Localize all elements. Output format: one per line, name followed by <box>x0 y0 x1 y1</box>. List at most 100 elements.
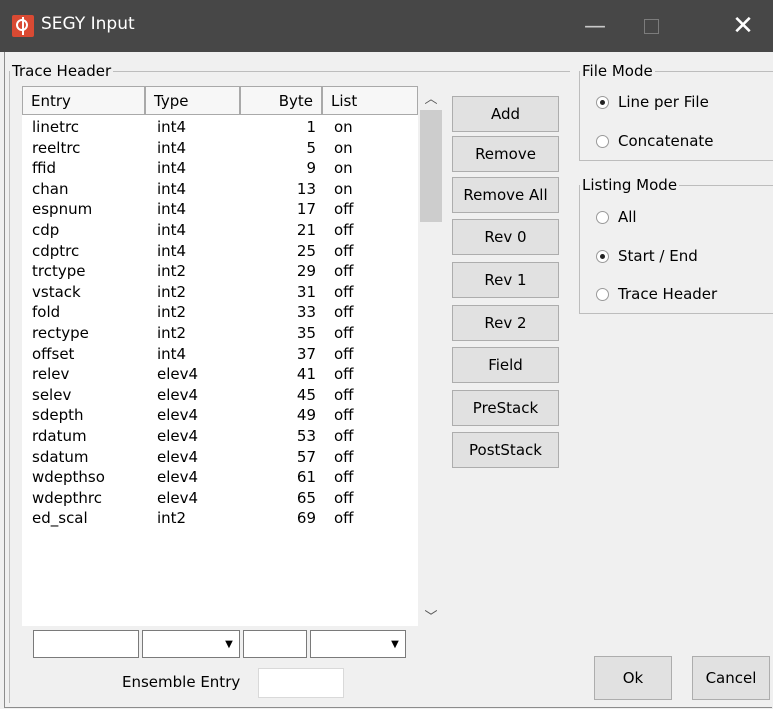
radio-line-per-file[interactable]: Line per File <box>596 91 709 113</box>
cell-list: off <box>334 488 354 507</box>
table-row[interactable]: rdatum elev4 53 off <box>22 426 418 447</box>
cell-type: int4 <box>157 241 187 260</box>
table-row[interactable]: sdatum elev4 57 off <box>22 447 418 468</box>
cell-type: elev4 <box>157 385 199 404</box>
radio-concatenate[interactable]: Concatenate <box>596 130 714 152</box>
table-scrollbar[interactable]: ︿ ﹀ <box>418 86 444 626</box>
radio-icon <box>596 287 609 301</box>
column-header-byte[interactable]: Byte <box>240 86 322 115</box>
window-title: SEGY Input <box>41 14 135 34</box>
cell-entry: ffid <box>32 159 57 178</box>
cell-byte: 37 <box>296 344 316 363</box>
cancel-button[interactable]: Cancel <box>692 656 770 700</box>
byte-edit-field[interactable] <box>243 630 307 658</box>
table-body: linetrc int4 1 on reeltrc int4 5 on ffid int4 9 on c… <box>22 117 418 529</box>
cell-list: off <box>334 344 354 363</box>
cell-entry: linetrc <box>32 118 80 136</box>
radio-label: Trace Header <box>618 285 718 303</box>
table-row[interactable]: reeltrc int4 5 on <box>22 138 418 159</box>
title-bar: SEGY Input — ✕ <box>0 0 773 52</box>
cell-entry: fold <box>32 303 61 322</box>
prestack-button[interactable]: PreStack <box>452 390 559 426</box>
cell-list: off <box>334 468 354 487</box>
cell-type: int4 <box>157 138 187 157</box>
table-row[interactable]: linetrc int4 1 on <box>22 117 418 138</box>
table-row[interactable]: wdepthso elev4 61 off <box>22 467 418 488</box>
table-row[interactable]: trctype int2 29 off <box>22 261 418 282</box>
list-dropdown[interactable]: ▼ <box>310 630 406 658</box>
scroll-down-icon[interactable]: ﹀ <box>418 604 444 626</box>
cell-entry: espnum <box>32 200 93 219</box>
table-row[interactable]: sdepth elev4 49 off <box>22 405 418 426</box>
scroll-up-icon[interactable]: ︿ <box>418 86 444 108</box>
maximize-button[interactable] <box>626 0 676 52</box>
table-row[interactable]: cdptrc int4 25 off <box>22 241 418 262</box>
ensemble-entry-field[interactable] <box>258 668 344 698</box>
app-icon <box>12 15 34 37</box>
cell-list: off <box>334 509 354 528</box>
scroll-thumb[interactable] <box>420 110 442 222</box>
column-header-type[interactable]: Type <box>145 86 240 115</box>
cell-entry: cdptrc <box>32 241 80 260</box>
radio-label: Start / End <box>618 247 698 265</box>
cell-list: off <box>334 303 354 322</box>
column-header-list[interactable]: List <box>322 86 418 115</box>
table-row[interactable]: espnum int4 17 off <box>22 199 418 220</box>
table-header: Entry Type Byte List <box>22 86 418 118</box>
rev0-button[interactable]: Rev 0 <box>452 219 559 255</box>
table-row[interactable]: cdp int4 21 off <box>22 220 418 241</box>
rev2-button[interactable]: Rev 2 <box>452 305 559 341</box>
cell-byte: 35 <box>296 323 316 342</box>
radio-label: Line per File <box>618 93 709 111</box>
close-button[interactable]: ✕ <box>718 0 768 52</box>
field-button[interactable]: Field <box>452 347 559 383</box>
table-row[interactable]: selev elev4 45 off <box>22 385 418 406</box>
table-row[interactable]: ed_scal int2 69 off <box>22 508 418 529</box>
cell-entry: selev <box>32 385 72 404</box>
radio-all[interactable]: All <box>596 206 637 228</box>
table-row[interactable]: chan int4 13 on <box>22 179 418 200</box>
radio-label: Concatenate <box>618 132 714 150</box>
cell-list: on <box>334 138 353 157</box>
cell-list: off <box>334 200 354 219</box>
table-row[interactable]: wdepthrc elev4 65 off <box>22 488 418 509</box>
radio-start-end[interactable]: Start / End <box>596 245 698 267</box>
cell-list: off <box>334 385 354 404</box>
cell-type: int2 <box>157 509 187 528</box>
cell-list: on <box>334 118 353 136</box>
add-button[interactable]: Add <box>452 96 559 132</box>
table-row[interactable]: vstack int2 31 off <box>22 282 418 303</box>
cell-entry: cdp <box>32 220 60 239</box>
table-row[interactable]: ffid int4 9 on <box>22 158 418 179</box>
trace-header-table[interactable]: Entry Type Byte List linetrc int4 1 on reelt… <box>22 86 418 626</box>
remove-all-button[interactable]: Remove All <box>452 177 559 213</box>
poststack-button[interactable]: PostStack <box>452 432 559 468</box>
remove-button[interactable]: Remove <box>452 136 559 172</box>
cell-entry: rectype <box>32 323 89 342</box>
table-row[interactable]: rectype int2 35 off <box>22 323 418 344</box>
radio-trace-header[interactable]: Trace Header <box>596 283 717 305</box>
column-header-entry[interactable]: Entry <box>22 86 145 115</box>
cell-list: off <box>334 262 354 281</box>
cell-entry: trctype <box>32 262 86 281</box>
table-row[interactable]: offset int4 37 off <box>22 344 418 365</box>
cell-type: int4 <box>157 159 187 178</box>
rev1-button[interactable]: Rev 1 <box>452 262 559 298</box>
cell-list: off <box>334 220 354 239</box>
type-dropdown[interactable]: ▼ <box>142 630 240 658</box>
entry-edit-field[interactable] <box>33 630 139 658</box>
cell-type: elev4 <box>157 406 199 425</box>
minimize-button[interactable]: — <box>570 0 620 52</box>
trace-header-legend: Trace Header <box>12 62 112 80</box>
radio-selected-icon <box>596 95 609 109</box>
cell-byte: 57 <box>296 447 316 466</box>
cell-byte: 25 <box>296 241 316 260</box>
ok-button[interactable]: Ok <box>594 656 672 700</box>
cell-list: off <box>334 323 354 342</box>
cell-byte: 49 <box>296 406 316 425</box>
table-row[interactable]: fold int2 33 off <box>22 302 418 323</box>
cell-type: elev4 <box>157 426 199 445</box>
table-row[interactable]: relev elev4 41 off <box>22 364 418 385</box>
cell-byte: 31 <box>296 282 316 301</box>
cell-entry: relev <box>32 365 70 384</box>
